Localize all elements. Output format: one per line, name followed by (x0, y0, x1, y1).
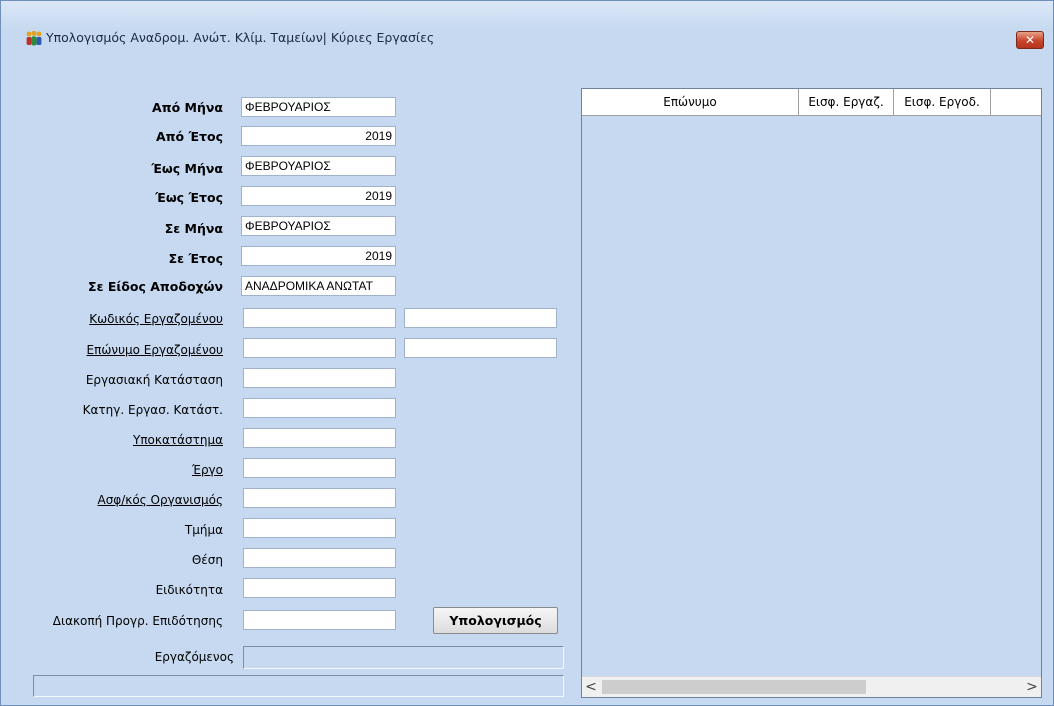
from-month-field[interactable]: ΦΕΒΡΟΥΑΡΙΟΣ (241, 97, 396, 117)
employment-status-label: Εργασιακή Κατάσταση (85, 373, 223, 387)
people-group-icon (26, 30, 42, 46)
employee-code-from-field[interactable] (243, 308, 396, 328)
earnings-type-label: Σε Είδος Αποδοχών (88, 279, 223, 294)
employee-surname-label[interactable]: Επώνυμο Εργαζομένου (87, 340, 223, 360)
column-header-surname[interactable]: Επώνυμο (582, 89, 799, 115)
subsidy-stop-field[interactable] (243, 610, 396, 630)
results-grid[interactable]: Επώνυμο Εισφ. Εργαζ. Εισφ. Εργοδ. < > (581, 88, 1042, 698)
employee-surname-to-field[interactable] (404, 338, 557, 358)
in-year-field[interactable]: 2019 (241, 246, 396, 266)
insurance-org-field[interactable] (243, 488, 396, 508)
close-button[interactable]: ✕ (1016, 31, 1044, 49)
to-year-field[interactable]: 2019 (241, 186, 396, 206)
current-employee-label: Εργαζόμενος (154, 650, 234, 664)
earnings-type-field[interactable]: ΑΝΑΔΡΟΜΙΚΑ ΑΝΩΤΑΤ (241, 276, 396, 296)
to-year-label: Έως Έτος (155, 190, 223, 205)
title-bar (1, 1, 1053, 31)
project-field[interactable] (243, 458, 396, 478)
app-window: Υπολογισμός Αναδρομ. Ανώτ. Κλίμ. Ταμείων… (0, 0, 1054, 706)
department-label: Τμήμα (184, 523, 223, 537)
position-label: Θέση (191, 553, 223, 567)
grid-header: Επώνυμο Εισφ. Εργαζ. Εισφ. Εργοδ. (582, 89, 1041, 116)
employee-code-label[interactable]: Κωδικός Εργαζομένου (89, 309, 223, 329)
employment-status-category-field[interactable] (243, 398, 396, 418)
position-field[interactable] (243, 548, 396, 568)
employee-surname-from-field[interactable] (243, 338, 396, 358)
in-year-label: Σε Έτος (168, 251, 223, 266)
window-title: Υπολογισμός Αναδρομ. Ανώτ. Κλίμ. Ταμείων… (46, 30, 435, 45)
column-header-employee-contrib[interactable]: Εισφ. Εργαζ. (799, 89, 894, 115)
specialty-field[interactable] (243, 578, 396, 598)
to-month-label: Έως Μήνα (151, 161, 223, 176)
scrollbar-thumb[interactable] (602, 680, 866, 694)
subsidy-stop-label: Διακοπή Προγρ. Επιδότησης (52, 614, 223, 628)
scroll-left-icon[interactable]: < (582, 677, 600, 697)
status-bar (33, 675, 564, 697)
scroll-right-icon[interactable]: > (1023, 677, 1041, 697)
project-label[interactable]: Έργο (192, 460, 223, 480)
branch-field[interactable] (243, 428, 396, 448)
employment-status-field[interactable] (243, 368, 396, 388)
in-month-field[interactable]: ΦΕΒΡΟΥΑΡΙΟΣ (241, 216, 396, 236)
insurance-org-label[interactable]: Ασφ/κός Οργανισμός (97, 490, 223, 510)
from-month-label: Από Μήνα (152, 100, 223, 115)
column-header-employer-contrib[interactable]: Εισφ. Εργοδ. (894, 89, 991, 115)
employment-status-category-label: Κατηγ. Εργασ. Κατάστ. (82, 403, 223, 417)
in-month-label: Σε Μήνα (164, 221, 223, 236)
calculate-button[interactable]: Υπολογισμός (433, 607, 558, 634)
branch-label[interactable]: Υποκατάστημα (133, 430, 223, 450)
from-year-label: Από Έτος (155, 129, 223, 144)
specialty-label: Ειδικότητα (155, 583, 223, 597)
horizontal-scrollbar[interactable]: < > (582, 676, 1041, 697)
column-header-extra[interactable] (991, 89, 1041, 115)
department-field[interactable] (243, 518, 396, 538)
from-year-field[interactable]: 2019 (241, 126, 396, 146)
current-employee-display (243, 646, 564, 669)
to-month-field[interactable]: ΦΕΒΡΟΥΑΡΙΟΣ (241, 156, 396, 176)
employee-code-to-field[interactable] (404, 308, 557, 328)
